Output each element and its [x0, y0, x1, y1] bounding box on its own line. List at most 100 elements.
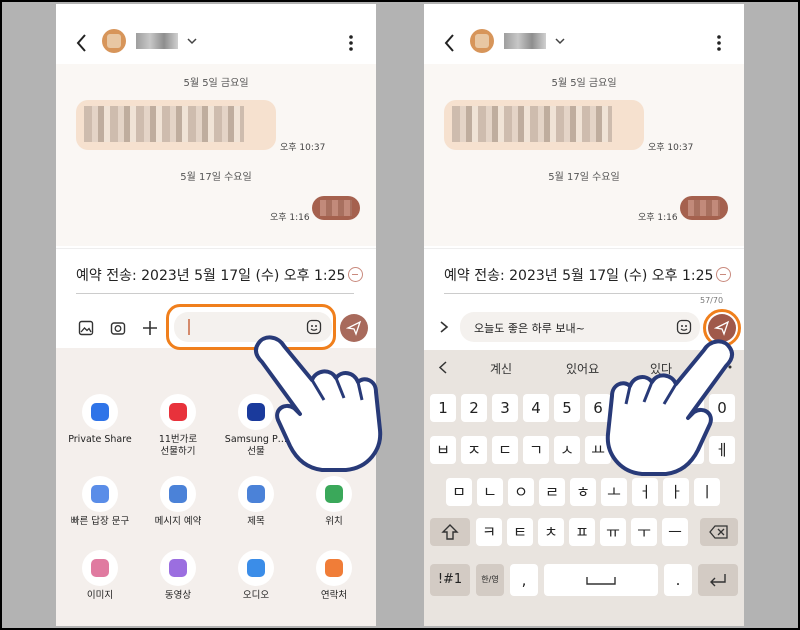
enter-key[interactable] — [698, 564, 738, 596]
key[interactable]: ㅁ — [446, 478, 472, 506]
more-suggestions-icon[interactable] — [718, 365, 732, 369]
key[interactable]: ㅈ — [461, 436, 487, 464]
message-list[interactable]: 5월 5일 금요일 오후 10:37 5월 17일 수요일 오후 1:16 — [424, 64, 744, 246]
attach-video-button[interactable]: 동영상 — [138, 550, 218, 602]
key[interactable]: 3 — [492, 394, 518, 422]
key[interactable]: ㄷ — [492, 436, 518, 464]
attach-contact-button[interactable]: 연락처 — [294, 550, 374, 602]
cancel-schedule-icon[interactable] — [348, 267, 363, 282]
key[interactable]: ㅊ — [538, 518, 564, 546]
key[interactable]: ㅕ — [616, 436, 642, 464]
message-time: 오후 10:37 — [648, 143, 694, 153]
key[interactable]: ㄹ — [539, 478, 565, 506]
key[interactable]: 5 — [554, 394, 580, 422]
key[interactable]: ㅑ — [647, 436, 673, 464]
key[interactable]: ㅌ — [507, 518, 533, 546]
key[interactable]: ㅜ — [631, 518, 657, 546]
message-input[interactable]: 오늘도 좋은 하루 보내~ — [460, 312, 700, 342]
key[interactable]: ㄴ — [477, 478, 503, 506]
key[interactable]: ㅠ — [600, 518, 626, 546]
audio-icon — [238, 550, 274, 586]
symbols-key[interactable]: !#1 — [430, 564, 470, 596]
attach-label: 메시지 예약 — [154, 516, 202, 527]
attach-samsung-pay-gift-button[interactable]: Samsung P… 선물 — [216, 394, 296, 458]
attach-private-share-button[interactable]: Private Share — [60, 394, 140, 446]
phone-screen-right: 5월 5일 금요일 오후 10:37 5월 17일 수요일 오후 1:16 예약… — [424, 4, 744, 626]
space-key[interactable] — [544, 564, 658, 596]
attach-location-button[interactable]: 위치 — [294, 476, 374, 528]
key[interactable]: ㅇ — [508, 478, 534, 506]
key[interactable]: ㅗ — [601, 478, 627, 506]
period-key[interactable]: . — [664, 564, 692, 596]
attach-quick-reply-button[interactable]: 빠른 답장 문구 — [60, 476, 140, 528]
key[interactable]: 4 — [523, 394, 549, 422]
back-icon[interactable] — [442, 32, 456, 54]
key[interactable]: 1 — [430, 394, 456, 422]
send-button[interactable] — [340, 314, 368, 342]
key[interactable]: ㅍ — [569, 518, 595, 546]
key[interactable]: 7 — [616, 394, 642, 422]
attach-label: 제목 — [247, 516, 265, 527]
attach-label: 동영상 — [164, 590, 192, 601]
shift-icon — [441, 524, 459, 540]
contact-name-redacted[interactable] — [136, 33, 178, 49]
avatar[interactable] — [470, 29, 494, 53]
contact-name-redacted[interactable] — [504, 33, 546, 49]
enter-icon — [710, 574, 726, 587]
avatar[interactable] — [102, 29, 126, 53]
key[interactable]: ㄱ — [523, 436, 549, 464]
received-message-bubble[interactable] — [76, 100, 276, 150]
back-icon[interactable] — [74, 32, 88, 54]
key[interactable]: ㅣ — [694, 478, 720, 506]
private-share-icon — [82, 394, 118, 430]
received-message-bubble[interactable] — [444, 100, 644, 150]
cancel-schedule-icon[interactable] — [716, 267, 731, 282]
key[interactable]: 0 — [709, 394, 735, 422]
key[interactable]: ㅐ — [678, 436, 704, 464]
shift-key[interactable] — [430, 518, 470, 546]
key[interactable]: ㅡ — [662, 518, 688, 546]
comma-key[interactable]: , — [510, 564, 538, 596]
camera-icon[interactable] — [110, 320, 126, 336]
sent-message-bubble[interactable] — [312, 196, 360, 220]
suggestion-item[interactable]: 있어요 — [566, 360, 599, 377]
key[interactable]: ㅔ — [709, 436, 735, 464]
key[interactable]: ㅅ — [554, 436, 580, 464]
message-input-bar: 57/70 오늘도 좋은 하루 보내~ — [424, 294, 744, 354]
key[interactable]: 8 — [647, 394, 673, 422]
attach-gift-11st-button[interactable]: 11번가로 선물하기 — [138, 394, 218, 458]
emoji-sticker-icon[interactable] — [676, 319, 692, 335]
key[interactable]: ㅋ — [476, 518, 502, 546]
key[interactable]: 2 — [461, 394, 487, 422]
plus-icon[interactable] — [142, 320, 158, 336]
key[interactable]: ㅂ — [430, 436, 456, 464]
attach-schedule-message-button[interactable]: 메시지 예약 — [138, 476, 218, 528]
key[interactable]: ㅛ — [585, 436, 611, 464]
message-list[interactable]: 5월 5일 금요일 오후 10:37 5월 17일 수요일 오후 1:16 — [56, 64, 376, 246]
chevron-left-icon[interactable] — [438, 361, 448, 374]
attach-image-button[interactable]: 이미지 — [60, 550, 140, 602]
attach-audio-button[interactable]: 오디오 — [216, 550, 296, 602]
more-options-icon[interactable] — [716, 34, 722, 52]
suggestion-item[interactable]: 계신 — [490, 360, 512, 377]
chevron-down-icon[interactable] — [186, 36, 198, 46]
suggestion-item[interactable]: 있다 — [650, 360, 672, 377]
backspace-key[interactable] — [700, 518, 738, 546]
sent-message-bubble[interactable] — [680, 196, 728, 220]
more-options-icon[interactable] — [348, 34, 354, 52]
send-icon — [346, 320, 362, 336]
chevron-right-icon[interactable] — [438, 320, 450, 334]
chevron-down-icon[interactable] — [554, 36, 566, 46]
key[interactable]: ㅏ — [663, 478, 689, 506]
key[interactable]: 9 — [678, 394, 704, 422]
schedule-message-icon — [160, 476, 196, 512]
key[interactable]: ㅓ — [632, 478, 658, 506]
message-text: 오늘도 좋은 하루 보내~ — [474, 322, 585, 335]
attach-subject-button[interactable]: 제목 — [216, 476, 296, 528]
key[interactable]: ㅎ — [570, 478, 596, 506]
suggestion-bar: 계신 있어요 있다 — [424, 350, 744, 384]
language-key[interactable]: 한/영 — [476, 564, 504, 596]
subject-icon — [238, 476, 274, 512]
gallery-icon[interactable] — [78, 320, 94, 336]
key[interactable]: 6 — [585, 394, 611, 422]
